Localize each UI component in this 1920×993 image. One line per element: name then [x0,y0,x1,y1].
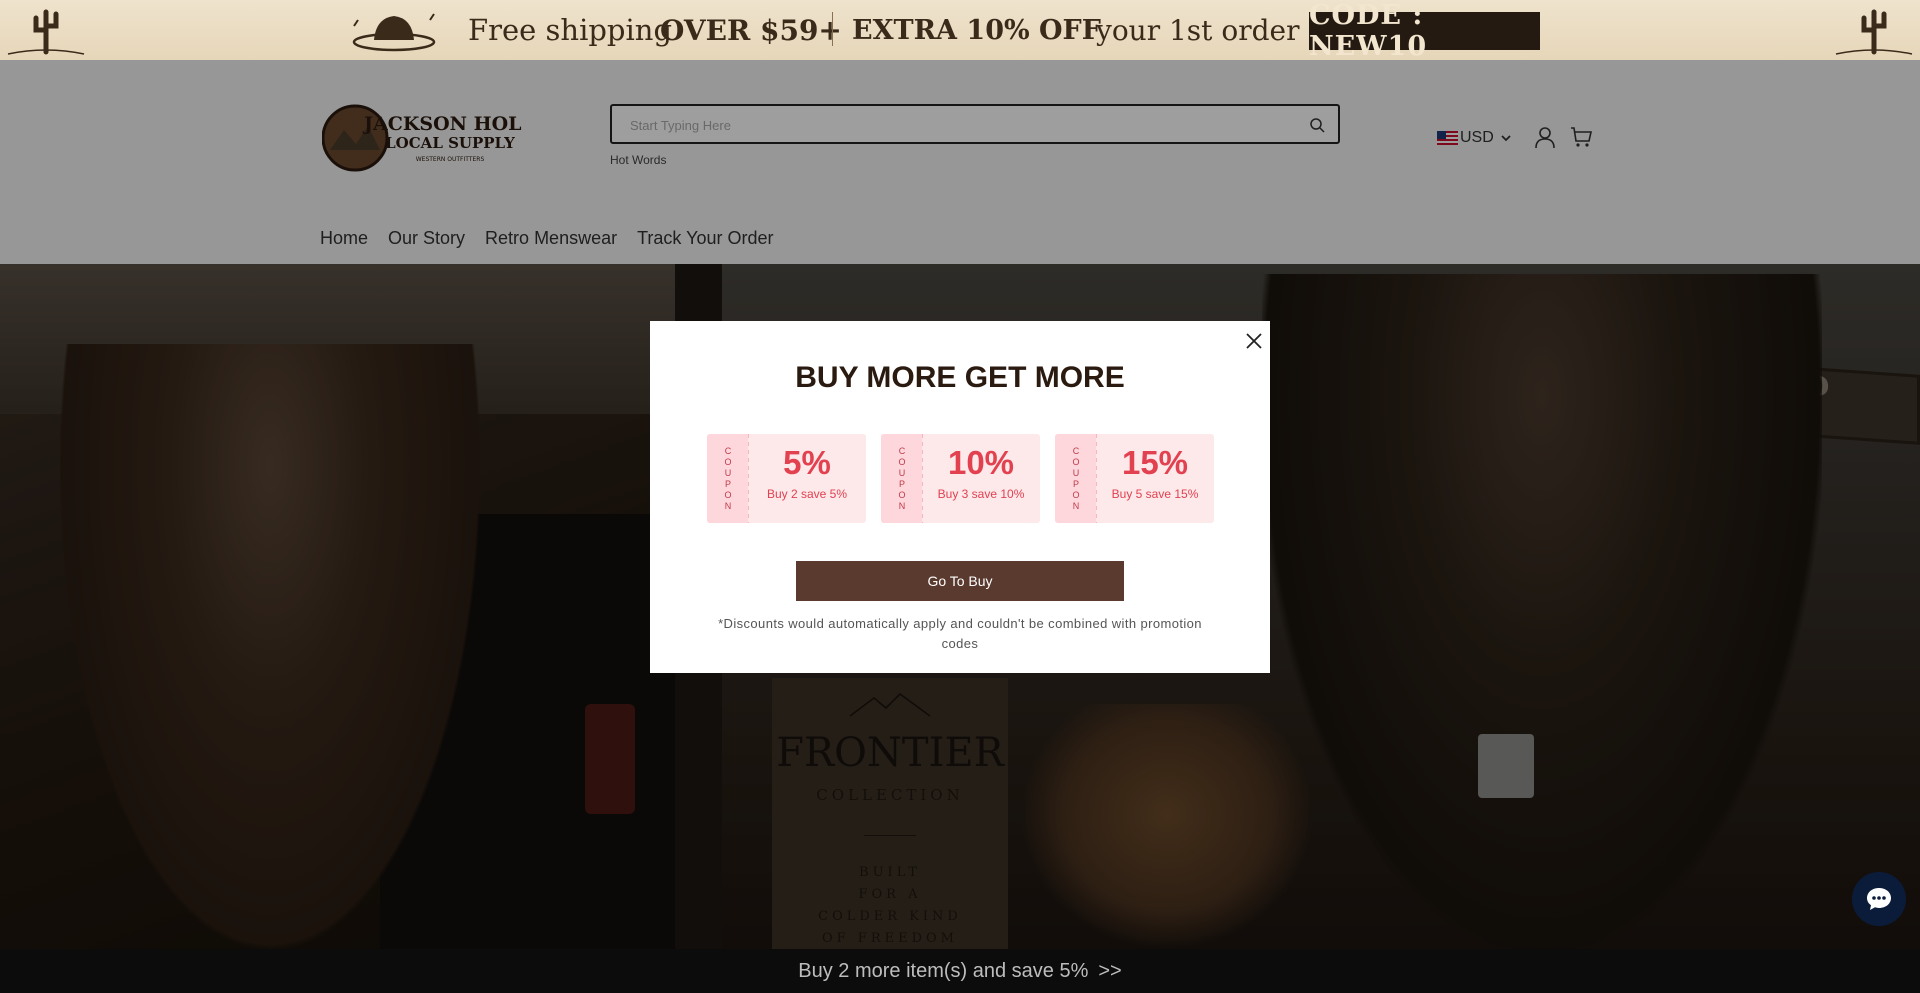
bundle-message: Buy 2 more item(s) and save 5% [798,959,1089,982]
coupon-label: COUPON [897,445,907,512]
cactus-icon [1835,9,1913,55]
extra-off-text: EXTRA 10% OFF [852,14,1101,46]
coupon-card: COUPON 10% Buy 3 save 10% [881,434,1040,523]
coupon-label: COUPON [1071,445,1081,512]
cactus-icon [7,9,85,55]
coupon-percent: 15% [1121,444,1189,481]
announcement-bar: Free shipping OVER $59+ EXTRA 10% OFF yo… [0,0,1920,60]
promo-code-badge: CODE : NEW10 [1309,0,1540,60]
discount-note: *Discounts would automatically apply and… [718,616,1202,651]
free-shipping-text: Free shipping [468,13,673,47]
coupon-desc: Buy 5 save 15% [1111,487,1199,501]
coupon-card: COUPON 5% Buy 2 save 5% [707,434,866,523]
chat-icon [1867,888,1891,910]
coupon-desc: Buy 3 save 10% [937,487,1025,501]
coupon-stub: COUPON [1055,434,1096,523]
coupon-percent: 10% [947,444,1015,481]
first-order-text: your 1st order [1096,13,1300,47]
bundle-progress-bar[interactable]: Buy 2 more item(s) and save 5% >> [0,949,1920,993]
coupon-stub: COUPON [707,434,748,523]
shipping-threshold-text: OVER $59+ [660,13,842,47]
coupon-desc: Buy 2 save 5% [766,487,848,501]
coupon-card: COUPON 15% Buy 5 save 15% [1055,434,1214,523]
coupon-stub: COUPON [881,434,922,523]
coupon-percent: 5% [783,444,831,481]
cowboy-hat-icon [352,13,436,52]
coupon-label: COUPON [723,445,733,512]
promo-modal: BUY MORE GET MORE COUPON 5% Buy 2 save 5… [650,321,1270,673]
close-icon[interactable] [1244,331,1264,351]
go-to-buy-button[interactable]: Go To Buy [796,561,1124,601]
bundle-arrow[interactable]: >> [1098,960,1121,983]
divider [832,12,833,46]
chat-button[interactable] [1852,872,1906,926]
modal-title: BUY MORE GET MORE [795,361,1125,394]
